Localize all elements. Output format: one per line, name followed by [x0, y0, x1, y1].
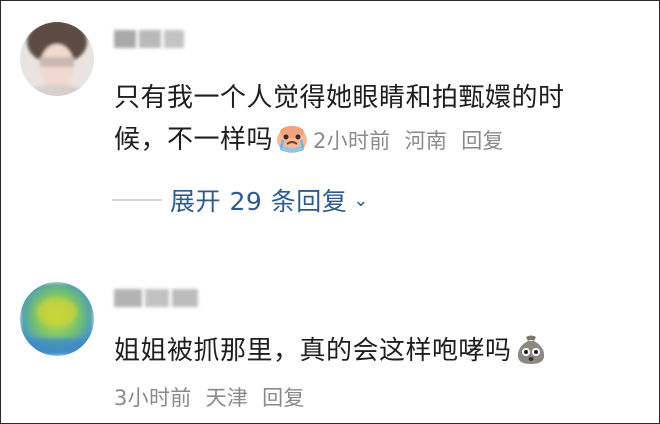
chevron-down-icon: ⌄	[353, 189, 369, 211]
comment-meta: 3小时前 天津 回复	[114, 383, 319, 413]
comment-text: 姐姐被抓那里，真的会这样咆哮吗	[114, 330, 552, 372]
comment-text-line: 只有我一个人觉得她眼睛和拍甄嬛的时	[114, 83, 565, 113]
comment-time: 2小时前	[313, 129, 391, 153]
comment-text-fragment: 姐姐被抓那里，真的会这样咆哮吗	[114, 336, 512, 366]
comment-location: 河南	[404, 129, 448, 153]
crying-face-emoji-icon	[277, 126, 308, 153]
comment-text-line: 候，不一样吗 2小时前 河南 回复	[114, 119, 565, 162]
username-blurred[interactable]	[114, 289, 198, 307]
expand-replies-label[interactable]: 展开 29 条回复	[170, 182, 347, 218]
comment-meta: 2小时前 河南 回复	[313, 129, 518, 153]
divider-line	[112, 199, 162, 201]
comment-text-fragment: 候，不一样吗	[114, 125, 274, 155]
comment-text-line: 姐姐被抓那里，真的会这样咆哮吗	[114, 330, 552, 372]
comment-text: 只有我一个人觉得她眼睛和拍甄嬛的时 候，不一样吗 2小时前 河南 回复	[114, 77, 565, 162]
comment-time: 3小时前	[114, 386, 192, 410]
avatar[interactable]	[20, 282, 94, 356]
reply-button[interactable]: 回复	[461, 129, 504, 153]
comment-location: 天津	[205, 386, 249, 410]
sack-face-emoji-icon	[517, 335, 544, 364]
avatar[interactable]	[20, 22, 94, 96]
blurred-green-avatar-icon	[20, 282, 94, 356]
blurred-face-avatar-icon	[20, 22, 94, 96]
username-blurred[interactable]	[114, 30, 184, 48]
expand-replies-button[interactable]: 展开 29 条回复 ⌄	[112, 178, 368, 222]
reply-button[interactable]: 回复	[262, 386, 305, 410]
